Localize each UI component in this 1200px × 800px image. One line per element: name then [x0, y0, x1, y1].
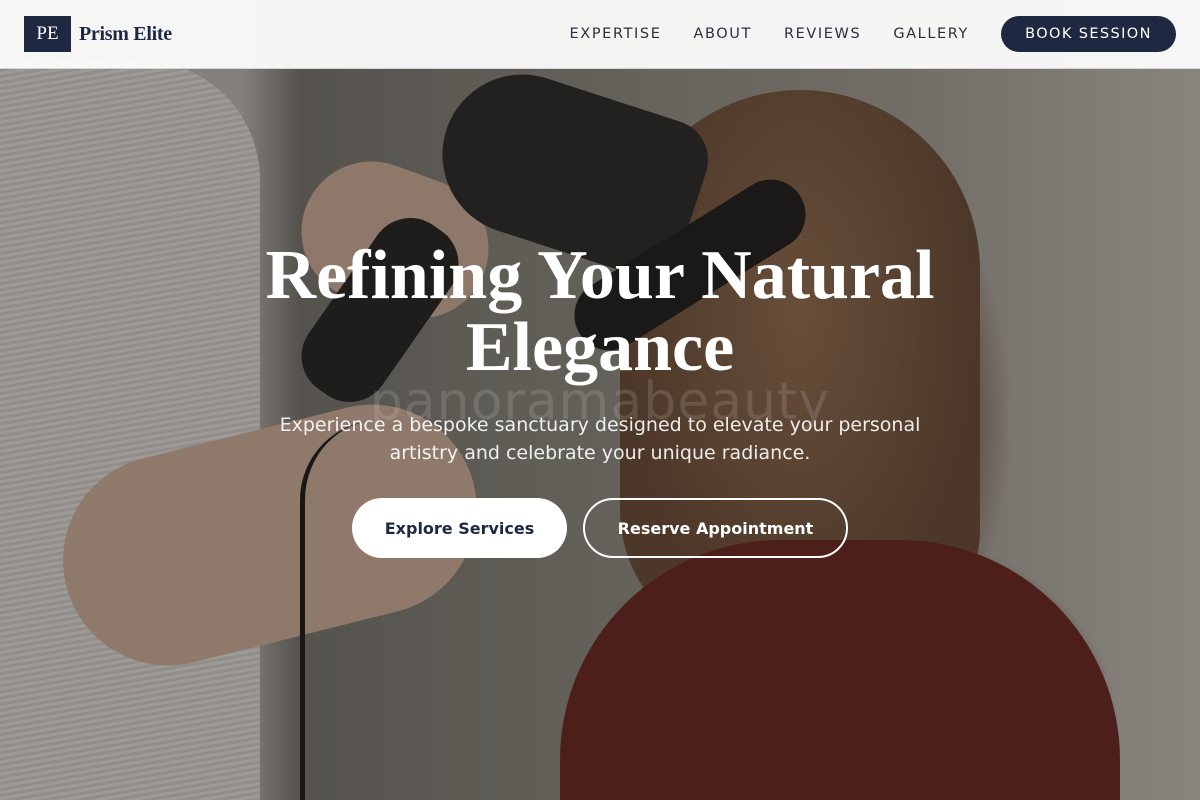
- hero-headline-line-2: Elegance: [465, 309, 735, 386]
- nav-link-reviews[interactable]: REVIEWS: [784, 26, 861, 42]
- brand-name: Prism Elite: [79, 22, 172, 45]
- primary-navigation: EXPERTISE ABOUT REVIEWS GALLERY BOOK SES…: [570, 16, 1176, 52]
- nav-link-gallery[interactable]: GALLERY: [893, 26, 969, 42]
- brand-monogram: PE: [24, 16, 71, 52]
- nav-link-expertise[interactable]: EXPERTISE: [570, 26, 662, 42]
- hero-subheadline-line-2: artistry and celebrate your unique radia…: [389, 442, 811, 464]
- book-session-button[interactable]: BOOK SESSION: [1001, 16, 1176, 52]
- hero-subheadline-line-1: Experience a bespoke sanctuary designed …: [279, 414, 921, 436]
- brand-logo-link[interactable]: PE Prism Elite: [24, 16, 172, 52]
- nav-link-about[interactable]: ABOUT: [693, 26, 752, 42]
- hero-actions: Explore Services Reserve Appointment: [352, 498, 848, 558]
- hero-background-image: panoramabeauty: [0, 0, 1200, 800]
- top-navbar: PE Prism Elite EXPERTISE ABOUT REVIEWS G…: [0, 0, 1200, 69]
- hero-headline-line-1: Refining Your Natural: [265, 237, 935, 314]
- hero-subheadline: Experience a bespoke sanctuary designed …: [250, 411, 950, 467]
- hero-headline: Refining Your Natural Elegance: [0, 240, 1200, 384]
- explore-services-button[interactable]: Explore Services: [352, 498, 567, 558]
- reserve-appointment-button[interactable]: Reserve Appointment: [583, 498, 848, 558]
